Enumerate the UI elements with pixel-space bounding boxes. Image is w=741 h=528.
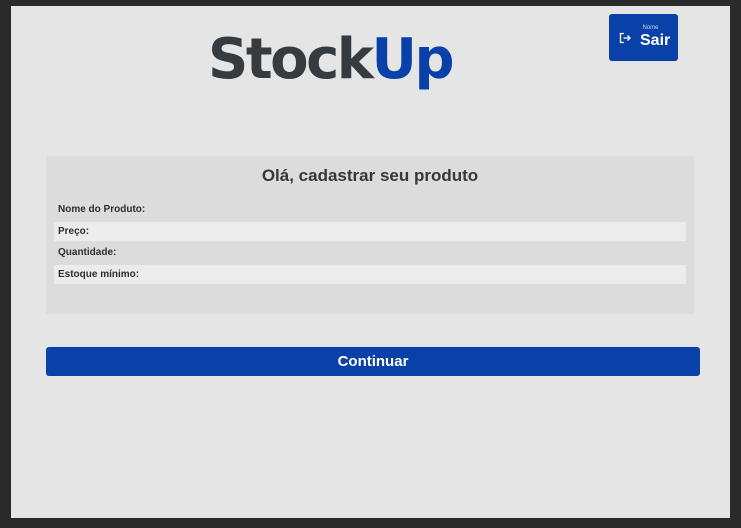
product-form: Olá, cadastrar seu produto Nome do Produ… [46, 156, 694, 314]
field-product-name[interactable]: Nome do Produto: [54, 200, 686, 219]
field-price[interactable]: Preço: [54, 222, 686, 241]
field-label: Nome do Produto: [58, 204, 146, 215]
field-quantity[interactable]: Quantidade: [54, 243, 686, 262]
continue-button[interactable]: Continuar [46, 347, 700, 376]
field-label: Estoque mínimo: [58, 269, 140, 280]
form-title: Olá, cadastrar seu produto [261, 166, 479, 185]
logout-label: Sair [640, 32, 671, 49]
logo-text-up: Up [371, 27, 455, 92]
field-min-stock[interactable]: Estoque mínimo: [54, 265, 686, 284]
logout-icon [619, 32, 631, 44]
field-label: Quantidade: [58, 247, 117, 258]
logo-text-stock: Stock [208, 27, 374, 92]
field-label: Preço: [58, 226, 90, 237]
app-screen: StockUp Nome Sair Olá, cadastrar seu pro… [11, 6, 730, 518]
user-name-label: Nome [642, 25, 659, 31]
app-logo: StockUp [208, 27, 455, 92]
logout-button[interactable]: Nome Sair [609, 14, 678, 61]
